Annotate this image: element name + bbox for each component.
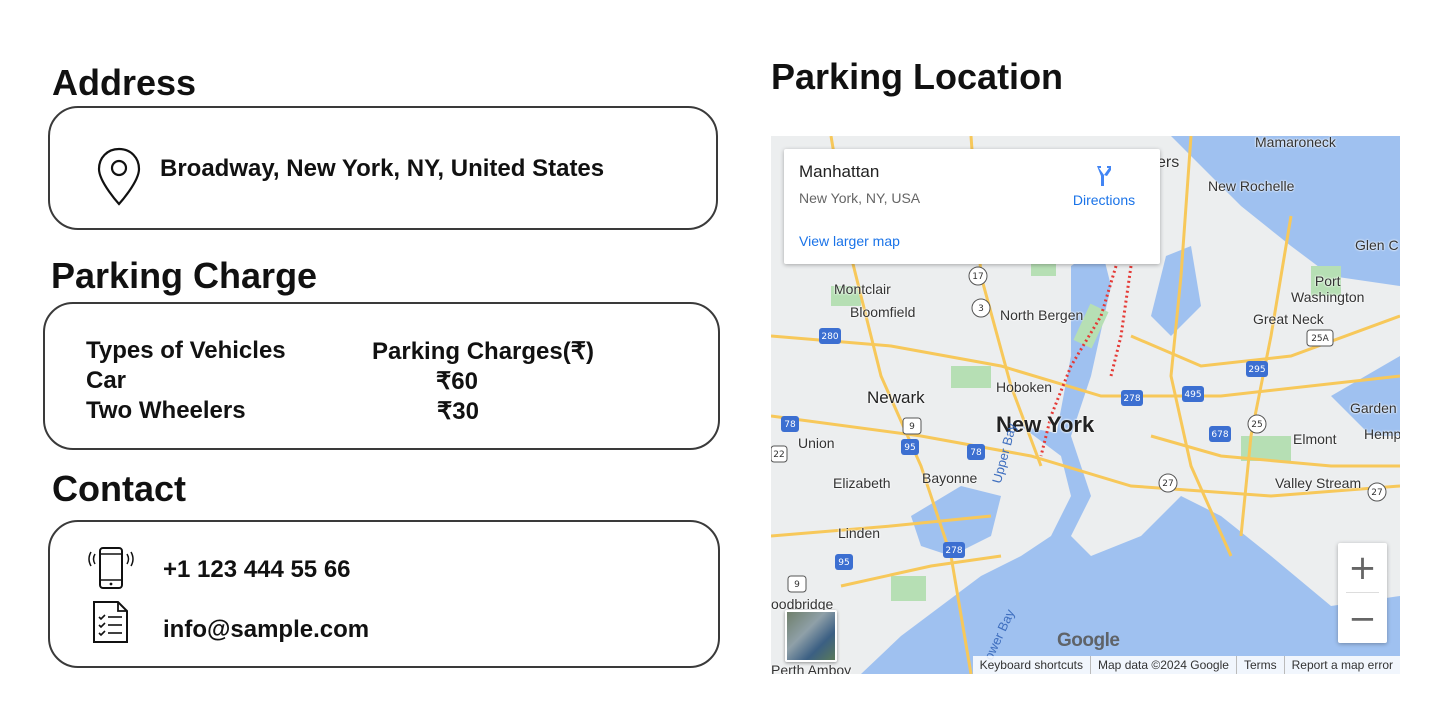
route-shield: 295 — [1246, 361, 1268, 377]
map-label-north-bergen: North Bergen — [1000, 307, 1084, 323]
zoom-out-button[interactable]: − — [1338, 594, 1387, 643]
place-title: Manhattan — [799, 162, 880, 181]
route-shield: 95 — [901, 439, 919, 455]
svg-text:78: 78 — [970, 448, 982, 458]
map-label-garden: Garden — [1350, 400, 1397, 416]
report-map-error-link[interactable]: Report a map error — [1283, 656, 1400, 674]
zoom-divider — [1346, 592, 1379, 593]
route-shield: 25 — [1247, 414, 1267, 434]
route-shield: 27 — [1158, 473, 1178, 493]
map-label-great-neck: Great Neck — [1253, 311, 1324, 327]
svg-text:22: 22 — [773, 450, 784, 460]
svg-text:280: 280 — [821, 332, 838, 342]
zoom-in-button[interactable]: + — [1338, 543, 1387, 592]
svg-text:278: 278 — [1123, 394, 1140, 404]
map-label-montclair: Montclair — [834, 281, 891, 297]
directions-button[interactable]: Directions — [1064, 162, 1144, 212]
route-shield: 17 — [968, 266, 988, 286]
route-shield: 9 — [787, 575, 807, 593]
satellite-layer-toggle[interactable] — [785, 610, 837, 662]
svg-text:495: 495 — [1184, 390, 1201, 400]
parking-charge-heading: Parking Charge — [51, 255, 318, 296]
location-pin-icon — [96, 146, 142, 213]
svg-text:27: 27 — [1162, 479, 1173, 489]
svg-text:9: 9 — [794, 580, 800, 590]
svg-text:678: 678 — [1211, 430, 1228, 440]
view-larger-map-link[interactable]: View larger map — [799, 233, 900, 249]
directions-label: Directions — [1072, 192, 1136, 208]
col-vehicle-header: Types of Vehicles — [86, 337, 286, 364]
route-shield: 278 — [943, 542, 965, 558]
address-text: Broadway, New York, NY, United States — [160, 155, 605, 182]
route-shield: 278 — [1121, 390, 1143, 406]
route-shield: 27 — [1367, 482, 1387, 502]
google-logo: Google — [1057, 630, 1120, 651]
map-label-elmont: Elmont — [1293, 431, 1337, 447]
place-subtitle: New York, NY, USA — [799, 190, 921, 206]
map-label-valley-stream: Valley Stream — [1275, 475, 1362, 491]
route-shield: 9 — [902, 417, 922, 435]
svg-text:17: 17 — [972, 272, 983, 282]
map-label-linden: Linden — [838, 525, 881, 541]
route-shield: 678 — [1209, 426, 1231, 442]
vehicle-cell: Two Wheelers — [86, 397, 246, 424]
col-charge-header: Parking Charges(₹) — [372, 338, 594, 365]
map-label-elizabeth: Elizabeth — [833, 475, 891, 491]
svg-text:95: 95 — [838, 558, 849, 568]
parking-location-heading: Parking Location — [771, 56, 1064, 97]
svg-text:25: 25 — [1251, 420, 1262, 430]
svg-text:78: 78 — [784, 420, 796, 430]
vehicle-cell: Car — [86, 367, 127, 394]
address-card: Broadway, New York, NY, United States — [48, 106, 718, 230]
zoom-controls: + − — [1338, 543, 1387, 643]
route-shield: 25A — [1306, 329, 1334, 347]
contact-card: +1 123 444 55 66 info@sample.com — [48, 520, 720, 668]
phone-number[interactable]: +1 123 444 55 66 — [163, 556, 351, 584]
route-shield: 280 — [819, 328, 841, 344]
map-data-text: Map data ©2024 Google — [1090, 656, 1236, 674]
map-attribution: Keyboard shortcuts Map data ©2024 Google… — [972, 656, 1400, 674]
route-shield: 22 — [771, 445, 788, 463]
route-shield: 95 — [835, 554, 853, 570]
map-label-hemp: Hemp — [1364, 426, 1400, 442]
map-label-fragment: ers — [1157, 154, 1180, 171]
route-shield: 3 — [971, 298, 991, 318]
parking-charge-card: Types of Vehicles Parking Charges(₹) Car… — [43, 302, 720, 450]
contact-heading: Contact — [52, 468, 186, 509]
map-label-mamaroneck: Mamaroneck — [1255, 136, 1336, 150]
svg-text:95: 95 — [904, 443, 915, 453]
directions-icon — [1097, 166, 1111, 186]
map-label-union: Union — [798, 435, 835, 451]
svg-text:27: 27 — [1371, 488, 1382, 498]
map-label-perth-amboy: Perth Amboy — [771, 662, 852, 674]
route-shield: 78 — [967, 444, 985, 460]
map-place-card: Manhattan New York, NY, USA Directions V… — [784, 149, 1160, 264]
svg-text:9: 9 — [909, 422, 915, 432]
email-address[interactable]: info@sample.com — [163, 616, 369, 644]
map-label-new-rochelle: New Rochelle — [1208, 178, 1295, 194]
svg-text:295: 295 — [1248, 365, 1265, 375]
address-heading: Address — [52, 62, 197, 103]
svg-text:3: 3 — [978, 304, 984, 314]
map-label-port-washington: Port Washington — [1291, 273, 1365, 305]
svg-text:278: 278 — [945, 546, 962, 556]
terms-link[interactable]: Terms — [1235, 656, 1284, 674]
map-label-newark: Newark — [867, 388, 925, 407]
charge-cell: ₹60 — [436, 368, 478, 395]
map-label-bayonne: Bayonne — [922, 470, 978, 486]
route-shield: 78 — [781, 416, 799, 432]
route-shield: 495 — [1182, 386, 1204, 402]
keyboard-shortcuts-link[interactable]: Keyboard shortcuts — [973, 656, 1090, 674]
charge-cell: ₹30 — [437, 398, 479, 425]
map-embed[interactable]: 17 3 280 78 9 95 78 278 495 295 25A 678 … — [771, 136, 1400, 674]
map-label-glen-cove: Glen C — [1355, 237, 1399, 253]
document-checklist-icon — [92, 600, 130, 649]
phone-icon — [88, 546, 134, 597]
map-label-hoboken: Hoboken — [996, 379, 1053, 395]
svg-text:25A: 25A — [1311, 334, 1329, 344]
map-label-bloomfield: Bloomfield — [850, 304, 916, 320]
